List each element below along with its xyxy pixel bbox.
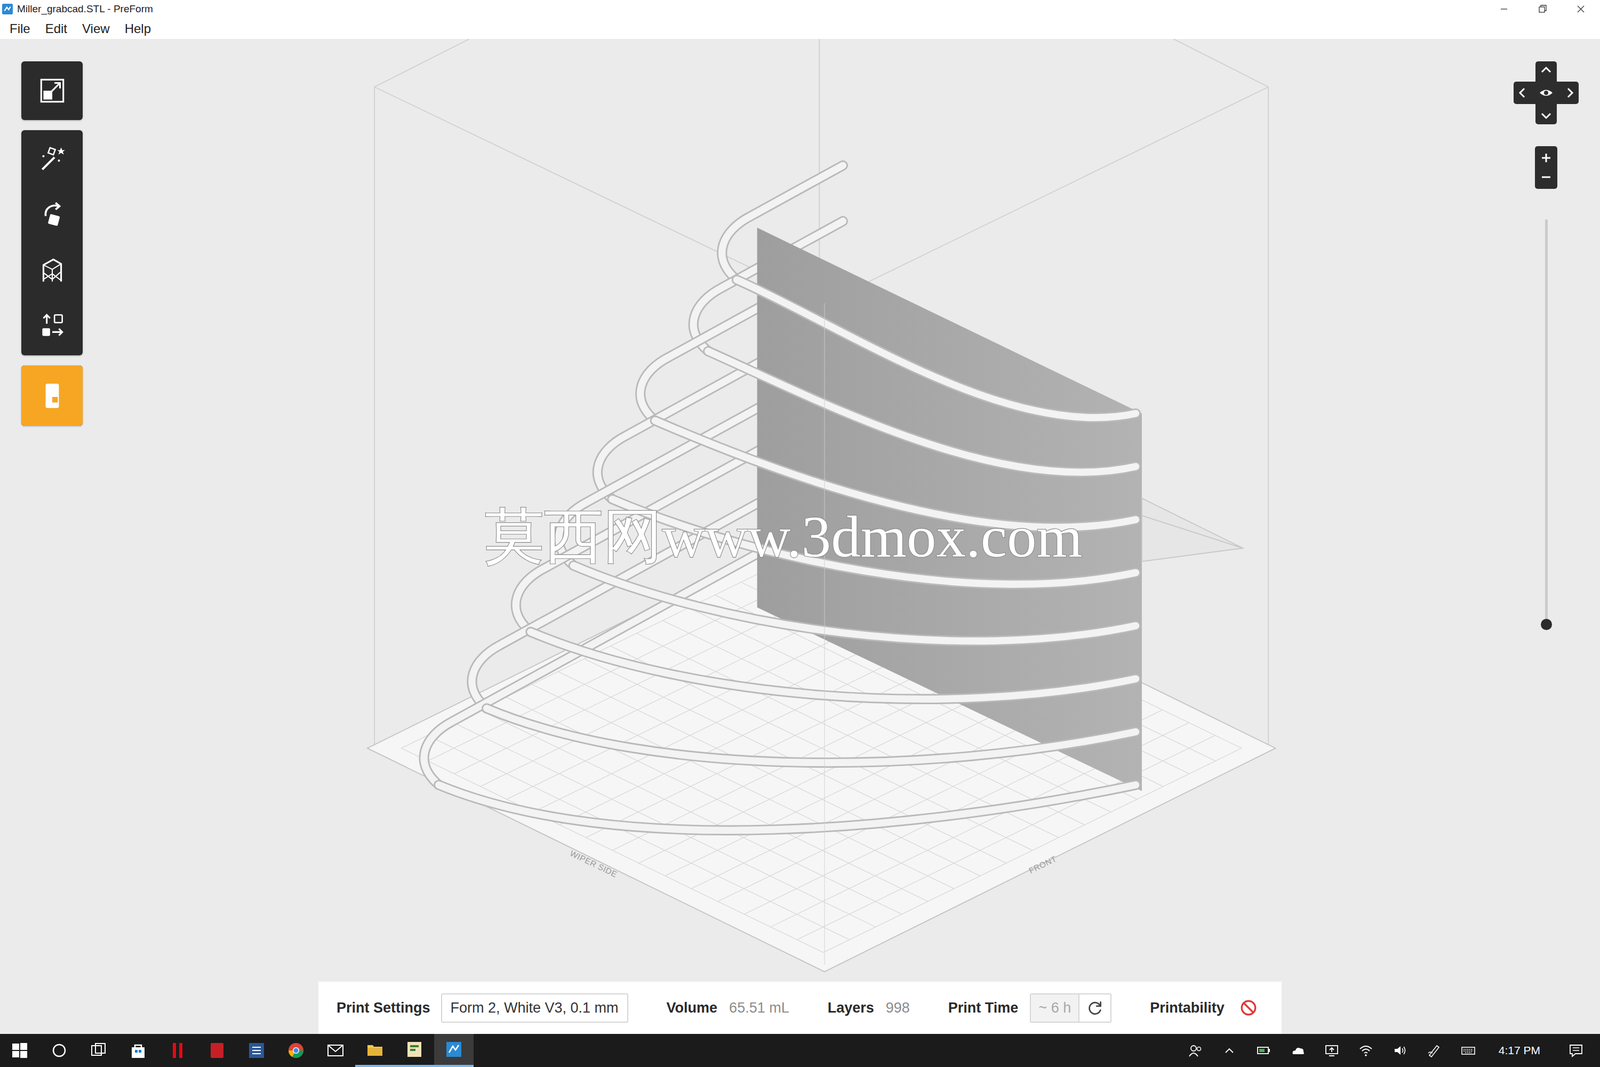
tool-button[interactable] bbox=[21, 365, 83, 426]
preform-icon bbox=[444, 1039, 464, 1059]
taskbar-app[interactable] bbox=[78, 1033, 119, 1067]
print-icon bbox=[36, 380, 68, 412]
fit-icon bbox=[36, 75, 68, 107]
display-icon[interactable] bbox=[1323, 1042, 1340, 1059]
taskview-icon bbox=[89, 1040, 109, 1060]
minimize-button[interactable] bbox=[1484, 0, 1524, 19]
tool-button[interactable] bbox=[21, 131, 83, 188]
window-title: Miller_grabcad.STL - PreForm bbox=[17, 3, 154, 15]
view-controls bbox=[1513, 61, 1579, 625]
taskbar-app[interactable] bbox=[276, 1033, 316, 1067]
mail-icon bbox=[325, 1040, 346, 1060]
down-arrow-icon[interactable] bbox=[1541, 113, 1551, 118]
printability-label: Printability bbox=[1149, 999, 1225, 1016]
layer-slider[interactable] bbox=[1545, 219, 1548, 625]
right-arrow-icon[interactable] bbox=[1568, 88, 1573, 98]
taskbar-app[interactable] bbox=[118, 1033, 158, 1067]
slider-handle[interactable] bbox=[1540, 618, 1552, 630]
print-settings-label: Print Settings bbox=[336, 999, 431, 1016]
layout-icon bbox=[36, 310, 68, 342]
tool-button[interactable] bbox=[21, 298, 83, 354]
wifi-icon[interactable] bbox=[1357, 1042, 1374, 1059]
restore-icon bbox=[1537, 3, 1548, 15]
search-icon bbox=[49, 1040, 69, 1060]
taskbar-app[interactable] bbox=[39, 1033, 79, 1067]
watermark: 莫西网www.3dmox.com bbox=[484, 503, 1083, 570]
print-time-label: Print Time bbox=[948, 999, 1019, 1016]
zoom-out-icon[interactable] bbox=[1534, 167, 1558, 189]
title-bar: Miller_grabcad.STL - PreForm bbox=[0, 0, 1600, 19]
battery-icon[interactable] bbox=[1255, 1042, 1272, 1059]
not-printable-icon[interactable] bbox=[1239, 998, 1258, 1017]
print-settings-field[interactable]: Form 2, White V3, 0.1 mm bbox=[441, 993, 629, 1023]
system-tray: 4:17 PM bbox=[1187, 1033, 1600, 1067]
netflix-icon bbox=[168, 1040, 188, 1060]
volume-value: 65.51 mL bbox=[729, 999, 790, 1016]
refresh-button[interactable] bbox=[1078, 994, 1111, 1022]
tool-button[interactable] bbox=[21, 187, 83, 243]
menu-bar: FileEditViewHelp bbox=[0, 18, 1600, 39]
close-icon bbox=[1575, 3, 1587, 15]
taskbar-app[interactable] bbox=[0, 1033, 40, 1067]
layers-label: Layers bbox=[827, 999, 875, 1016]
tool-button[interactable] bbox=[21, 242, 83, 299]
taskbar-app[interactable] bbox=[434, 1033, 474, 1067]
tool-group bbox=[21, 365, 83, 426]
left-arrow-icon[interactable] bbox=[1520, 88, 1525, 98]
up-arrow-icon[interactable] bbox=[1541, 67, 1551, 72]
print-time-value: ~ 6 h bbox=[1030, 994, 1079, 1022]
close-button[interactable] bbox=[1561, 0, 1600, 19]
status-bar: Print Settings Form 2, White V3, 0.1 mm Vo… bbox=[318, 981, 1282, 1034]
magic-icon bbox=[36, 144, 68, 175]
zoom-control bbox=[1534, 146, 1558, 189]
plate-label: FRONT bbox=[1027, 853, 1058, 876]
restore-button[interactable] bbox=[1523, 0, 1562, 19]
keyboard-icon[interactable] bbox=[1460, 1042, 1477, 1059]
taskbar-app[interactable] bbox=[157, 1033, 198, 1067]
fapp-icon bbox=[404, 1039, 424, 1059]
explorer-icon bbox=[365, 1039, 385, 1059]
start-icon bbox=[10, 1040, 30, 1060]
print-time-box: ~ 6 h bbox=[1029, 993, 1112, 1023]
layers-value: 998 bbox=[885, 999, 910, 1016]
taskbar-app[interactable] bbox=[197, 1033, 237, 1067]
clock[interactable]: 4:17 PM bbox=[1498, 1043, 1541, 1057]
refresh-icon bbox=[1085, 998, 1104, 1017]
taskbar-app[interactable] bbox=[236, 1033, 277, 1067]
orient-icon bbox=[36, 199, 68, 231]
zoom-in-icon[interactable] bbox=[1534, 146, 1558, 168]
menu-item[interactable]: View bbox=[74, 21, 118, 37]
taskbar: 4:17 PM bbox=[0, 1033, 1600, 1067]
tool-button[interactable] bbox=[21, 62, 83, 119]
viewport[interactable]: WIPER SIDE FRONT 莫西网www.3dmox.com Print Set… bbox=[0, 38, 1600, 1034]
word-icon bbox=[246, 1040, 267, 1060]
navigation-pad[interactable] bbox=[1513, 61, 1579, 125]
menu-item[interactable]: Help bbox=[117, 21, 159, 37]
notification-icon[interactable] bbox=[1568, 1042, 1584, 1059]
menu-item[interactable]: Edit bbox=[37, 21, 75, 37]
eye-icon[interactable] bbox=[1539, 90, 1553, 96]
preform-window: Miller_grabcad.STL - PreForm FileEditView… bbox=[0, 0, 1600, 1067]
left-toolbar bbox=[21, 61, 83, 426]
tool-group bbox=[21, 61, 83, 120]
taskbar-app[interactable] bbox=[355, 1033, 395, 1067]
build-scene[interactable]: WIPER SIDE FRONT 莫西网www.3dmox.com bbox=[0, 38, 1600, 1034]
volume-icon[interactable] bbox=[1392, 1042, 1408, 1059]
onedrive-icon[interactable] bbox=[1289, 1042, 1306, 1059]
taskbar-app[interactable] bbox=[394, 1033, 435, 1067]
plate-label: WIPER SIDE bbox=[568, 848, 619, 879]
chrome-icon bbox=[286, 1040, 306, 1060]
pen-icon[interactable] bbox=[1426, 1042, 1443, 1059]
sapp-icon bbox=[207, 1040, 227, 1060]
volume-label: Volume bbox=[666, 999, 718, 1016]
tool-group bbox=[21, 130, 83, 356]
supports-icon bbox=[36, 254, 68, 286]
chevron-icon[interactable] bbox=[1221, 1042, 1238, 1059]
store-icon bbox=[128, 1040, 148, 1060]
people-icon[interactable] bbox=[1187, 1042, 1204, 1059]
menu-item[interactable]: File bbox=[2, 21, 38, 37]
taskbar-app[interactable] bbox=[315, 1033, 356, 1067]
preform-icon bbox=[2, 3, 13, 15]
minimize-icon bbox=[1498, 3, 1510, 15]
